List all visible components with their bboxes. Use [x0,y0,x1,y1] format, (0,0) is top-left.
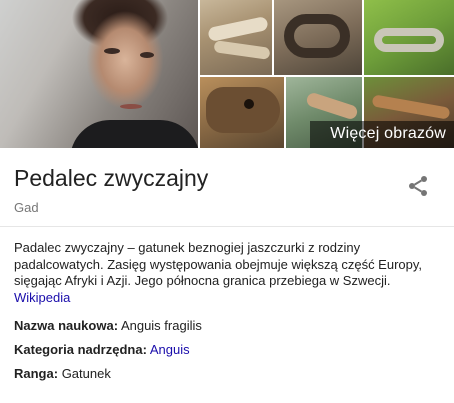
fact-key: Ranga: [14,366,59,381]
more-images-button[interactable]: Więcej obrazów [310,121,454,148]
share-icon[interactable] [406,174,430,198]
snake-shape [371,94,451,120]
image-tile-slow-worm-on-grass[interactable] [364,0,454,75]
eye-shape [140,52,154,58]
snake-shape [213,40,271,60]
title-section: Pedalec zwyczajny Gad [0,149,454,227]
snake-shape [207,15,269,43]
fact-parent-category: Kategoria nadrzędna: Anguis [14,342,444,366]
entity-subtitle: Gad [14,200,39,215]
eye-shape [104,48,120,54]
fact-value: Anguis fragilis [120,318,202,333]
snake-shape [374,28,444,52]
image-tile-slow-worm-on-sand[interactable] [200,0,272,75]
image-collage: Więcej obrazów [0,0,454,148]
image-tile-slow-worm-coiled[interactable] [274,0,362,75]
fact-value-link[interactable]: Anguis [150,342,190,357]
image-tile-slow-worm-head-closeup[interactable] [200,77,284,148]
entity-title: Pedalec zwyczajny [14,165,209,191]
eye-shape [244,99,254,109]
wikipedia-link[interactable]: Wikipedia [14,290,70,305]
shirt-shape [70,120,198,148]
description: Padalec zwyczajny – gatunek beznogiej ja… [14,240,444,306]
mouth-shape [120,104,142,109]
knowledge-panel: Więcej obrazów Pedalec zwyczajny Gad Pad… [0,0,454,403]
fact-key: Kategoria nadrzędna: [14,342,147,357]
facts-list: Nazwa naukowa: Anguis fragilis Kategoria… [14,318,444,390]
more-images-label: Więcej obrazów [330,125,446,142]
fact-key: Nazwa naukowa: [14,318,119,333]
snake-shape [206,87,280,133]
fact-value: Gatunek [61,366,111,381]
snake-shape [284,14,350,58]
snake-shape [305,91,359,121]
image-tile-portrait[interactable] [0,0,198,148]
fact-rank: Ranga: Gatunek [14,366,444,390]
fact-scientific-name: Nazwa naukowa: Anguis fragilis [14,318,444,342]
description-text: Padalec zwyczajny – gatunek beznogiej ja… [14,240,423,288]
